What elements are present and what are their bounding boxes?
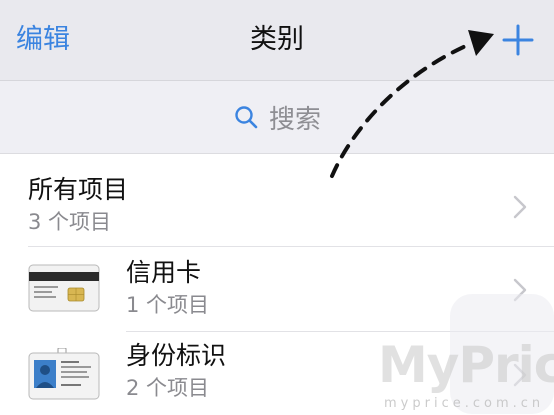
search-field[interactable]: 搜索 — [0, 95, 554, 139]
list-item-title: 所有项目 — [28, 175, 129, 204]
search-bar[interactable]: 搜索 — [0, 81, 554, 154]
categories-screen: 编辑 类别 搜索 所有项目 3 个项目 信用卡 1 个项目 身份标识 2 个项目… — [0, 0, 554, 415]
id-card-icon — [28, 348, 100, 400]
watermark-brand: MyPrice — [378, 336, 554, 394]
plus-icon[interactable] — [500, 22, 536, 58]
list-item-subtitle: 2 个项目 — [126, 376, 210, 400]
credit-card-icon — [28, 264, 100, 312]
search-icon — [235, 106, 258, 129]
list-item-all-items[interactable]: 所有项目 3 个项目 — [0, 154, 554, 246]
list-item-title: 身份标识 — [126, 341, 227, 370]
list-item-subtitle: 3 个项目 — [28, 210, 112, 234]
list-item-subtitle: 1 个项目 — [126, 293, 210, 317]
page-title: 类别 — [250, 24, 304, 55]
search-placeholder: 搜索 — [268, 104, 321, 135]
watermark-url: myprice.com.cn — [384, 396, 545, 411]
chevron-right-icon — [513, 195, 527, 219]
navigation-bar: 编辑 类别 — [0, 0, 554, 81]
list-item-title: 信用卡 — [126, 258, 202, 287]
